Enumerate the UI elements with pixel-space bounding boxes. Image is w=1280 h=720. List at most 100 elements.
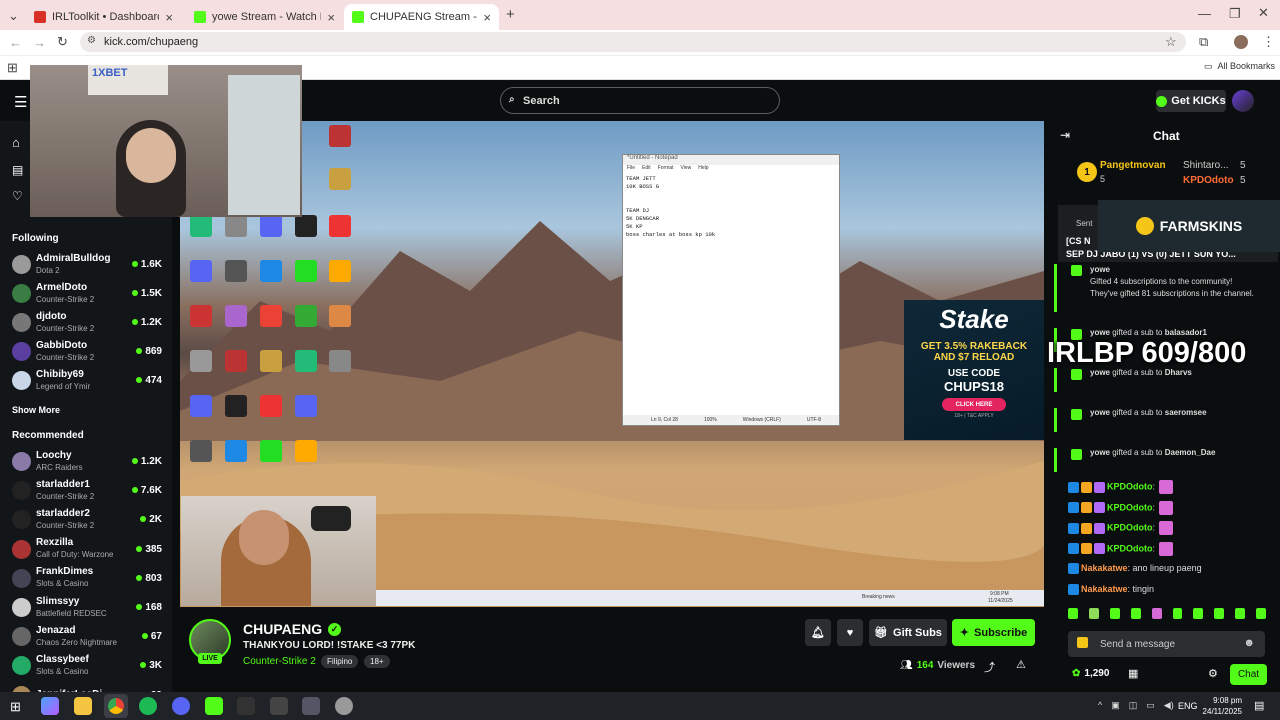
desktop-shortcut-icon[interactable] [260, 350, 282, 372]
top-gifter-3-name[interactable]: KPDOdoto [1183, 175, 1234, 186]
desktop-shortcut-icon[interactable] [329, 305, 351, 327]
gift-recipient[interactable]: saeromsee [1165, 408, 1207, 417]
tray-app-icon[interactable]: ▣ [1111, 700, 1120, 711]
extensions-icon[interactable]: ⧉ [1199, 34, 1208, 50]
rewards-icon[interactable]: ▦ [1128, 667, 1138, 680]
chat-input[interactable]: Send a message ☻ [1068, 631, 1265, 657]
sidebar-channel-starladder2[interactable]: starladder2 Counter-Strike 2 2K [12, 505, 162, 534]
sidebar-channel-starladder1[interactable]: starladder1 Counter-Strike 2 7.6K [12, 476, 162, 505]
desktop-shortcut-icon[interactable] [329, 125, 351, 147]
emote-icon[interactable] [1193, 608, 1204, 619]
following-heart-icon[interactable]: ♡ [12, 189, 23, 203]
get-kicks-button[interactable]: Get KICKs [1156, 90, 1226, 112]
channel-points[interactable]: ✿ 1,290 [1072, 668, 1109, 679]
emoji-icon[interactable]: ☻ [1243, 637, 1255, 649]
notepad-menu-help[interactable]: Help [698, 165, 708, 174]
emote-icon[interactable] [1214, 608, 1225, 619]
hamburger-menu-icon[interactable]: ☰ [14, 93, 27, 111]
chat-username[interactable]: KPDOdoto [1107, 522, 1153, 532]
desktop-shortcut-icon[interactable] [190, 305, 212, 327]
network-icon[interactable]: ◫ [1129, 700, 1138, 711]
chrome-taskbar-active[interactable] [104, 694, 128, 718]
profile-avatar[interactable] [1234, 35, 1248, 49]
badge-selector-icon[interactable] [1077, 637, 1088, 648]
taskbar-clock[interactable]: 9:08 pm [1206, 696, 1242, 705]
desktop-shortcut-icon[interactable] [190, 260, 212, 282]
gifter-name[interactable]: yowe [1090, 328, 1110, 337]
share-icon[interactable]: ⤴ [984, 659, 995, 675]
restore-icon[interactable]: ❐ [1229, 6, 1241, 22]
notepad-menu-file[interactable]: File [627, 165, 635, 174]
chat-username[interactable]: KPDOdoto [1107, 481, 1153, 491]
desktop-shortcut-icon[interactable] [329, 260, 351, 282]
chat-username[interactable]: Nakakatwe [1081, 563, 1128, 573]
browser-tab-3-active[interactable]: CHUPAENG Stream - Watch Liv × [344, 4, 499, 30]
tab-search-icon[interactable]: ⌄ [8, 8, 19, 24]
send-chat-button[interactable]: Chat [1230, 664, 1267, 685]
desktop-shortcut-icon[interactable] [190, 350, 212, 372]
channel-name[interactable]: CHUPAENG ✓ [243, 621, 342, 637]
app-icon[interactable] [302, 697, 320, 715]
emote-icon[interactable] [1088, 608, 1099, 619]
desktop-shortcut-icon[interactable] [260, 215, 282, 237]
desktop-shortcut-icon[interactable] [225, 215, 247, 237]
desktop-shortcut-icon[interactable] [260, 260, 282, 282]
top-gifter-1-name[interactable]: Pangetmovan [1100, 160, 1166, 171]
reload-icon[interactable]: ↻ [57, 34, 68, 50]
system-tray[interactable]: ^ ▣ ◫ ▭ ◀) [1098, 700, 1174, 711]
notepad-window[interactable]: *Untitled - Notepad File Edit Format Vie… [622, 154, 840, 426]
desktop-shortcut-icon[interactable] [295, 305, 317, 327]
emote-icon[interactable] [1068, 608, 1078, 619]
sidebar-channel-slimssyy[interactable]: Slimssyy Battlefield REDSEC 168 [12, 593, 162, 622]
taskbar-date[interactable]: 24/11/2025 [1200, 707, 1242, 716]
chat-settings-icon[interactable]: ⚙ [1208, 667, 1218, 680]
desktop-shortcut-icon[interactable] [329, 215, 351, 237]
close-tab-icon[interactable]: × [327, 10, 335, 25]
close-tab-icon[interactable]: × [165, 10, 173, 25]
windows-start-icon[interactable]: ⊞ [10, 699, 21, 715]
sidebar-channel-armeldoto[interactable]: ArmelDoto Counter-Strike 2 1.5K [12, 279, 162, 308]
stream-category-link[interactable]: Counter-Strike 2 [243, 656, 316, 667]
browser-tab-1[interactable]: IRLToolkit • Dashboard × [26, 4, 181, 30]
apps-grid-icon[interactable]: ⊞ [7, 60, 18, 76]
desktop-shortcut-icon[interactable] [190, 215, 212, 237]
subscribe-button[interactable]: ✦ Subscribe [952, 619, 1035, 646]
notification-center-icon[interactable]: ▤ [1254, 699, 1264, 712]
close-tab-icon[interactable]: × [483, 10, 491, 25]
notification-bell-button[interactable]: 🔔︎ [805, 619, 831, 646]
site-info-icon[interactable]: ⚙ [87, 35, 96, 46]
address-bar[interactable]: ⚙ kick.com/chupaeng [80, 32, 1186, 52]
sidebar-channel-chibiby69[interactable]: Chibiby69 Legend of Ymir 474 [12, 366, 162, 395]
sidebar-channel-classybeef[interactable]: Classybeef Slots & Casino 3K [12, 651, 162, 680]
emote-icon[interactable] [1151, 608, 1162, 619]
desktop-shortcut-icon[interactable] [295, 260, 317, 282]
bookmark-star-icon[interactable]: ☆ [1165, 34, 1177, 50]
desktop-shortcut-icon[interactable] [295, 395, 317, 417]
gifter-name[interactable]: yowe [1090, 408, 1110, 417]
search-input[interactable]: ⌕ Search [500, 87, 780, 114]
tray-overflow-icon[interactable]: ^ [1098, 700, 1102, 711]
spotify-icon[interactable] [139, 697, 157, 715]
desktop-shortcut-icon[interactable] [190, 440, 212, 462]
desktop-shortcut-icon[interactable] [260, 440, 282, 462]
obs-icon[interactable] [335, 697, 353, 715]
gift-recipient[interactable]: Daemon_Dae [1165, 448, 1216, 457]
chat-username[interactable]: KPDOdoto [1107, 502, 1153, 512]
sidebar-channel-jenazad[interactable]: Jenazad Chaos Zero Nightmare 67 [12, 622, 162, 651]
file-explorer-icon[interactable] [74, 697, 92, 715]
notepad-menu-view[interactable]: View [681, 165, 692, 174]
tag-filipino[interactable]: Filipino [321, 655, 359, 668]
desktop-shortcut-icon[interactable] [225, 260, 247, 282]
desktop-shortcut-icon[interactable] [260, 305, 282, 327]
desktop-shortcut-icon[interactable] [295, 215, 317, 237]
desktop-shortcut-icon[interactable] [225, 395, 247, 417]
emote-icon[interactable] [1109, 608, 1120, 619]
browser-tab-2[interactable]: yowe Stream - Watch Live on K × [186, 4, 343, 30]
desktop-shortcut-icon[interactable] [225, 350, 247, 372]
gifter-name[interactable]: yowe [1090, 265, 1110, 274]
volume-icon[interactable]: ◀) [1164, 700, 1174, 711]
show-more-link[interactable]: Show More [12, 405, 60, 415]
all-bookmarks[interactable]: ▭ All Bookmarks [1204, 61, 1275, 72]
notepad-menu-format[interactable]: Format [658, 165, 674, 174]
follow-heart-button[interactable]: ♥ [837, 619, 863, 646]
